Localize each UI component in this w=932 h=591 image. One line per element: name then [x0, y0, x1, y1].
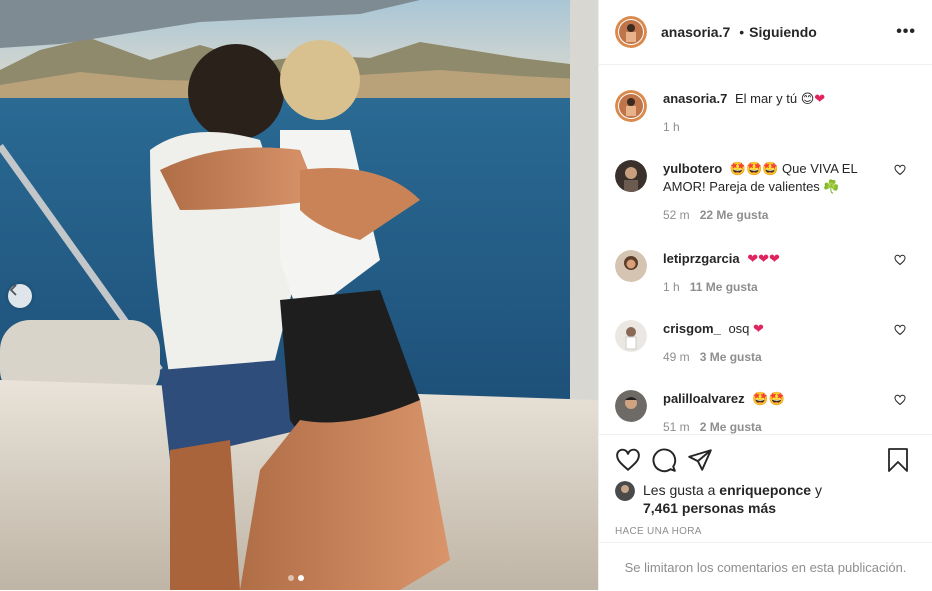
heart-emoji-icon: ❤	[753, 321, 764, 336]
avatar[interactable]	[615, 390, 647, 422]
ellipsis-icon[interactable]: •••	[896, 23, 916, 41]
post-photo	[0, 0, 598, 590]
likes-prefix: Les gusta a	[643, 482, 716, 498]
heart-emoji-icon: ❤❤❤	[747, 251, 780, 266]
comment-time[interactable]: 52 m	[663, 208, 690, 222]
carousel-dot	[288, 575, 294, 581]
likes-summary: Les gusta a enriqueponce y 7,461 persona…	[599, 481, 932, 517]
comment-username[interactable]: yulbotero	[663, 161, 722, 176]
action-bar	[599, 435, 932, 485]
carousel-dot-active	[298, 575, 304, 581]
comment-text: osq	[728, 321, 750, 336]
comment-likes[interactable]: 11 Me gusta	[690, 280, 758, 294]
comment-username[interactable]: crisgom_	[663, 321, 721, 336]
like-comment-heart-icon[interactable]	[894, 254, 906, 266]
comments-list[interactable]: anasoria.7 El mar y tú 😊❤ 1 h yulbotero …	[599, 68, 932, 434]
author-avatar[interactable]	[615, 16, 647, 48]
comment-time[interactable]: 51 m	[663, 420, 690, 434]
comment-item: letiprzgarcia ❤❤❤ 1 h 11 Me gusta	[615, 250, 916, 296]
comment-likes[interactable]: 3 Me gusta	[700, 350, 762, 364]
liker-avatar[interactable]	[615, 481, 635, 501]
comment-item: crisgom_ osq ❤ 49 m 3 Me gusta	[615, 320, 916, 366]
following-button[interactable]: Siguiendo	[749, 24, 817, 40]
comments-limited-notice: Se limitaron los comentarios en esta pub…	[599, 542, 932, 591]
comment-meta: 51 m 2 Me gusta	[663, 418, 883, 434]
caption-time: 1 h	[663, 120, 680, 134]
comment-meta: 52 m 22 Me gusta	[663, 206, 883, 224]
comment-time[interactable]: 49 m	[663, 350, 690, 364]
caption-item: anasoria.7 El mar y tú 😊❤ 1 h	[615, 90, 916, 136]
heart-outline-icon[interactable]	[615, 447, 641, 473]
author-username[interactable]: anasoria.7	[661, 24, 730, 40]
comment-likes[interactable]: 2 Me gusta	[700, 420, 762, 434]
avatar[interactable]	[615, 160, 647, 192]
post-actions: Les gusta a enriqueponce y 7,461 persona…	[599, 434, 932, 537]
likes-connector: y	[814, 482, 822, 498]
bookmark-icon[interactable]	[886, 447, 910, 473]
avatar[interactable]	[615, 90, 647, 122]
separator-dot: •	[739, 24, 745, 40]
carousel-indicator	[288, 575, 304, 581]
carousel-prev-button[interactable]	[8, 284, 32, 308]
heart-emoji-icon: ❤	[814, 91, 826, 106]
liker-username[interactable]: enriqueponce	[719, 482, 811, 498]
chevron-left-icon	[9, 284, 17, 296]
like-comment-heart-icon[interactable]	[894, 164, 906, 176]
like-comment-heart-icon[interactable]	[894, 394, 906, 406]
avatar[interactable]	[615, 250, 647, 282]
comment-item: yulbotero 🤩🤩🤩 Que VIVA EL AMOR! Pareja d…	[615, 160, 916, 224]
comment-icon[interactable]	[651, 447, 677, 473]
avatar[interactable]	[615, 320, 647, 352]
photo-illustration	[0, 0, 598, 590]
comment-meta: 49 m 3 Me gusta	[663, 348, 883, 366]
instagram-post: anasoria.7 • Siguiendo ••• anasoria.7 El…	[0, 0, 932, 590]
post-timestamp[interactable]: HACE UNA HORA	[599, 517, 932, 537]
comment-time[interactable]: 1 h	[663, 280, 680, 294]
comment-username[interactable]: palilloalvarez	[663, 391, 745, 406]
post-sidebar: anasoria.7 • Siguiendo ••• anasoria.7 El…	[598, 0, 932, 590]
caption-text: El mar y tú 😊	[734, 91, 815, 106]
likes-others-link[interactable]: 7,461 personas más	[643, 500, 776, 516]
send-icon[interactable]	[687, 447, 713, 473]
like-comment-heart-icon[interactable]	[894, 324, 906, 336]
post-header: anasoria.7 • Siguiendo •••	[599, 0, 932, 65]
comment-text: 🤩🤩	[752, 391, 785, 406]
comment-meta: 1 h 11 Me gusta	[663, 278, 883, 296]
comment-likes[interactable]: 22 Me gusta	[700, 208, 769, 222]
comment-username[interactable]: letiprzgarcia	[663, 251, 740, 266]
caption-username[interactable]: anasoria.7	[663, 91, 727, 106]
comment-item: palilloalvarez 🤩🤩 51 m 2 Me gusta	[615, 390, 916, 434]
